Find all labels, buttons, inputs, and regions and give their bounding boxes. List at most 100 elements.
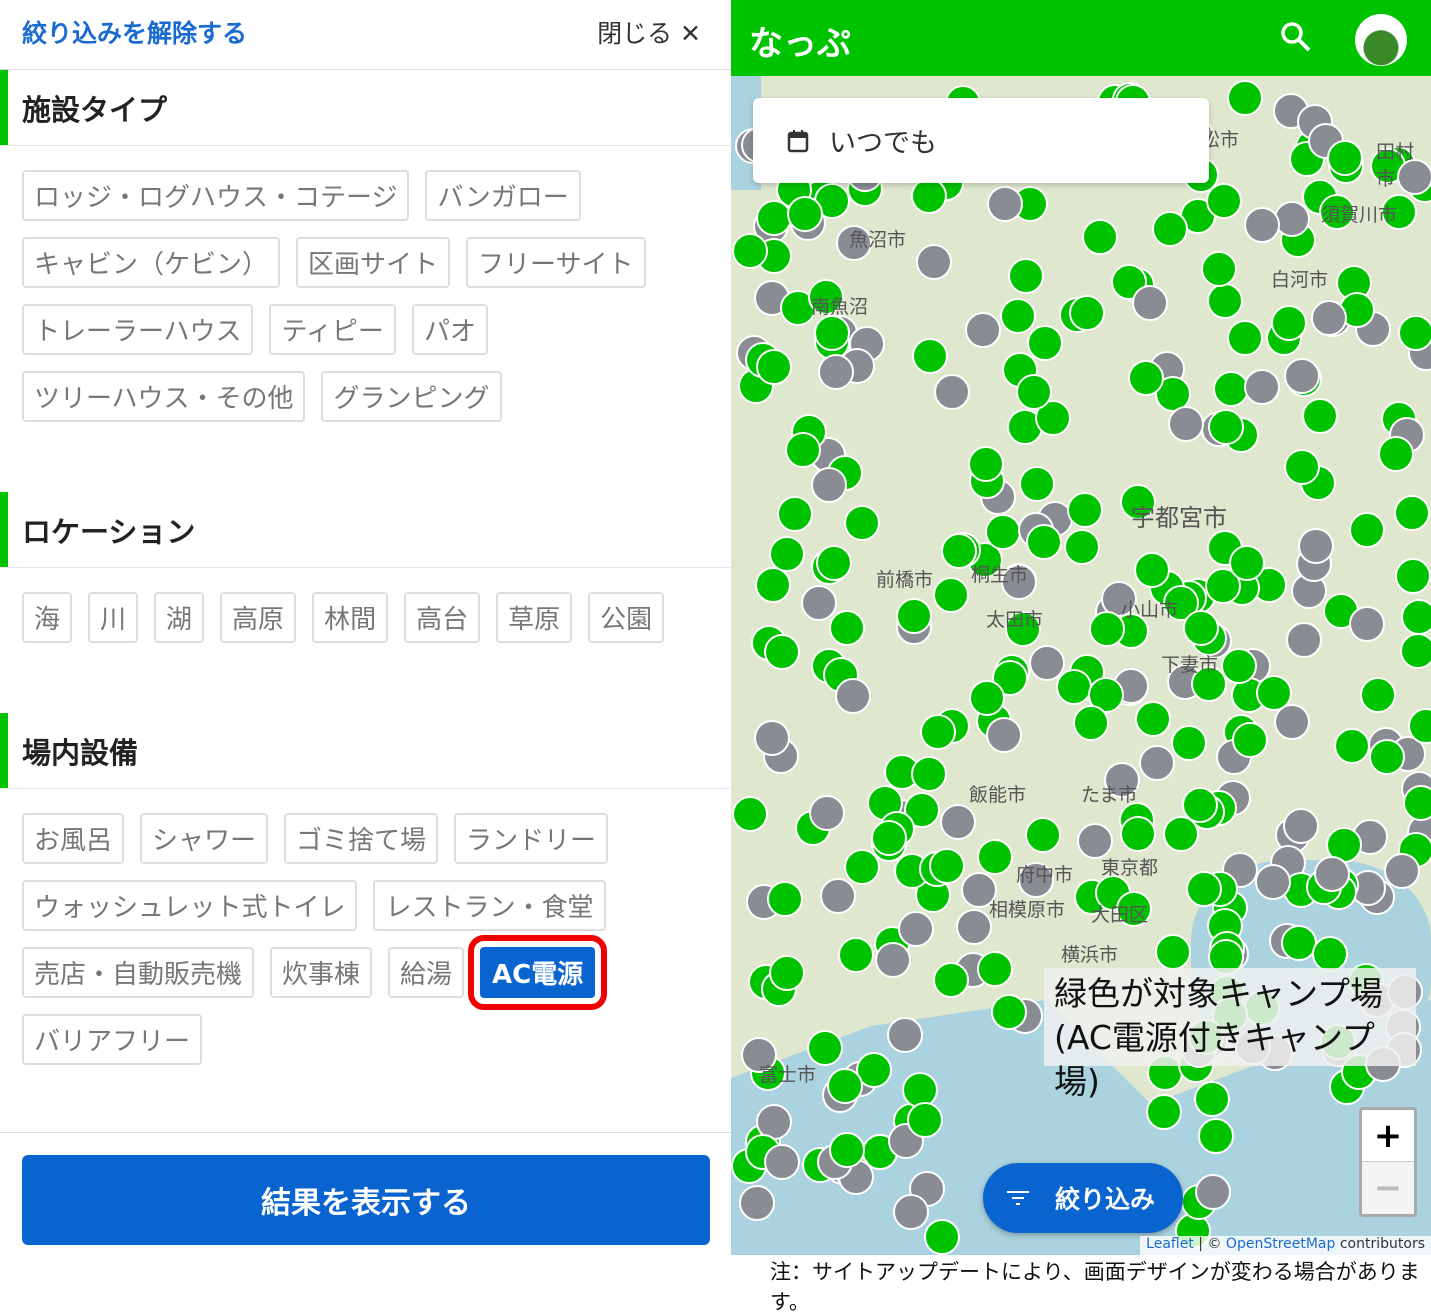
campsite-marker[interactable] — [785, 431, 822, 468]
filter-button[interactable]: 絞り込み — [983, 1163, 1183, 1233]
campsite-marker[interactable] — [934, 373, 971, 410]
filter-chip[interactable]: 区画サイト — [296, 237, 451, 288]
campsite-marker[interactable] — [800, 584, 837, 621]
campsite-marker[interactable] — [1067, 491, 1104, 528]
campsite-marker[interactable] — [1201, 250, 1238, 287]
filter-chip[interactable]: シャワー — [140, 813, 269, 864]
campsite-marker[interactable] — [910, 177, 947, 214]
filter-chip[interactable]: 川 — [88, 592, 139, 643]
campsite-marker[interactable] — [1182, 609, 1219, 646]
campsite-marker[interactable] — [969, 679, 1006, 716]
campsite-marker[interactable] — [1368, 739, 1405, 776]
campsite-marker[interactable] — [1394, 495, 1431, 532]
campsite-marker[interactable] — [1081, 218, 1118, 255]
campsite-marker[interactable] — [768, 954, 805, 991]
campsite-marker[interactable] — [956, 909, 993, 946]
campsite-marker[interactable] — [1133, 551, 1170, 588]
campsite-marker[interactable] — [939, 804, 976, 841]
campsite-marker[interactable] — [1403, 785, 1431, 822]
campsite-marker[interactable] — [999, 297, 1036, 334]
campsite-marker[interactable] — [1089, 610, 1126, 647]
campsite-marker[interactable] — [738, 1184, 775, 1221]
campsite-marker[interactable] — [1132, 285, 1169, 322]
campsite-marker[interactable] — [1007, 258, 1044, 295]
campsite-marker[interactable] — [875, 941, 912, 978]
campsite-marker[interactable] — [1312, 935, 1349, 972]
clear-filter-link[interactable]: 絞り込みを解除する — [22, 14, 247, 50]
campsite-marker[interactable] — [985, 513, 1022, 550]
campsite-marker[interactable] — [1197, 1118, 1234, 1155]
campsite-marker[interactable] — [933, 577, 970, 614]
campsite-marker[interactable] — [1139, 745, 1176, 782]
campsite-marker[interactable] — [756, 348, 793, 385]
campsite-marker[interactable] — [1056, 669, 1093, 706]
filter-chip[interactable]: パオ — [411, 304, 488, 355]
filter-chip[interactable]: レストラン・食堂 — [373, 880, 606, 931]
campsite-marker[interactable] — [1243, 207, 1280, 244]
campsite-marker[interactable] — [1280, 924, 1317, 961]
campsite-marker[interactable] — [838, 937, 875, 974]
campsite-marker[interactable] — [826, 1068, 863, 1105]
campsite-marker[interactable] — [753, 719, 790, 756]
campsite-marker[interactable] — [1119, 815, 1156, 852]
filter-chip[interactable]: 湖 — [154, 592, 205, 643]
campsite-marker[interactable] — [815, 544, 852, 581]
campsite-marker[interactable] — [1231, 722, 1268, 759]
campsite-marker[interactable] — [1359, 677, 1396, 714]
campsite-marker[interactable] — [1327, 139, 1364, 176]
campsite-marker[interactable] — [813, 315, 850, 352]
campsite-marker[interactable] — [808, 795, 845, 832]
campsite-marker[interactable] — [1310, 300, 1347, 337]
filter-chip[interactable]: バリアフリー — [22, 1014, 203, 1065]
osm-link[interactable]: OpenStreetMap — [1226, 1236, 1335, 1252]
campsite-marker[interactable] — [1207, 408, 1244, 445]
campsite-marker[interactable] — [1019, 465, 1056, 502]
campsite-marker[interactable] — [911, 755, 948, 792]
campsite-marker[interactable] — [1064, 529, 1101, 566]
campsite-marker[interactable] — [817, 353, 854, 390]
campsite-marker[interactable] — [732, 795, 769, 832]
campsite-marker[interactable] — [1283, 357, 1320, 394]
campsite-marker[interactable] — [977, 951, 1014, 988]
campsite-marker[interactable] — [1399, 632, 1431, 669]
campsite-marker[interactable] — [1334, 728, 1371, 765]
campsite-marker[interactable] — [1349, 605, 1386, 642]
filter-chip[interactable]: キャビン（ケビン） — [22, 237, 281, 288]
filter-chip[interactable]: トレーラーハウス — [22, 304, 254, 355]
search-icon[interactable] — [1279, 20, 1313, 54]
filter-chip[interactable]: グランピング — [321, 371, 502, 422]
filter-chip[interactable]: ゴミ捨て場 — [284, 813, 439, 864]
filter-chip[interactable]: ロッジ・ログハウス・コテージ — [22, 170, 410, 221]
campsite-marker[interactable] — [916, 243, 953, 280]
filter-chip[interactable]: ティピー — [269, 304, 396, 355]
campsite-marker[interactable] — [1243, 368, 1280, 405]
campsite-marker[interactable] — [897, 910, 934, 947]
campsite-marker[interactable] — [991, 993, 1028, 1030]
campsite-marker[interactable] — [1026, 524, 1062, 561]
filter-chip[interactable]: 高台 — [404, 592, 481, 643]
zoom-out-button[interactable]: − — [1362, 1162, 1414, 1214]
campsite-marker[interactable] — [1313, 855, 1350, 892]
leaflet-link[interactable]: Leaflet — [1146, 1236, 1194, 1252]
campsite-marker[interactable] — [986, 186, 1023, 223]
campsite-marker[interactable] — [1274, 704, 1311, 741]
campsite-marker[interactable] — [985, 717, 1022, 754]
campsite-marker[interactable] — [1152, 211, 1189, 248]
campsite-marker[interactable] — [871, 819, 908, 856]
campsite-marker[interactable] — [731, 232, 768, 269]
campsite-marker[interactable] — [928, 847, 965, 884]
campsite-marker[interactable] — [1206, 283, 1243, 320]
campsite-marker[interactable] — [1072, 704, 1109, 741]
filter-chip[interactable]: 炊事棟 — [270, 947, 373, 998]
campsite-marker[interactable] — [835, 678, 872, 715]
campsite-marker[interactable] — [1026, 325, 1063, 362]
campsite-marker[interactable] — [895, 598, 932, 635]
filter-chip[interactable]: お風呂 — [22, 813, 125, 864]
campsite-marker[interactable] — [1167, 405, 1204, 442]
filter-chip[interactable]: ランドリー — [454, 813, 609, 864]
campsite-marker[interactable] — [1394, 558, 1431, 595]
campsite-marker[interactable] — [764, 633, 801, 670]
campsite-marker[interactable] — [1226, 320, 1263, 357]
campsite-marker[interactable] — [1227, 80, 1264, 117]
filter-chip[interactable]: 海 — [22, 592, 73, 643]
